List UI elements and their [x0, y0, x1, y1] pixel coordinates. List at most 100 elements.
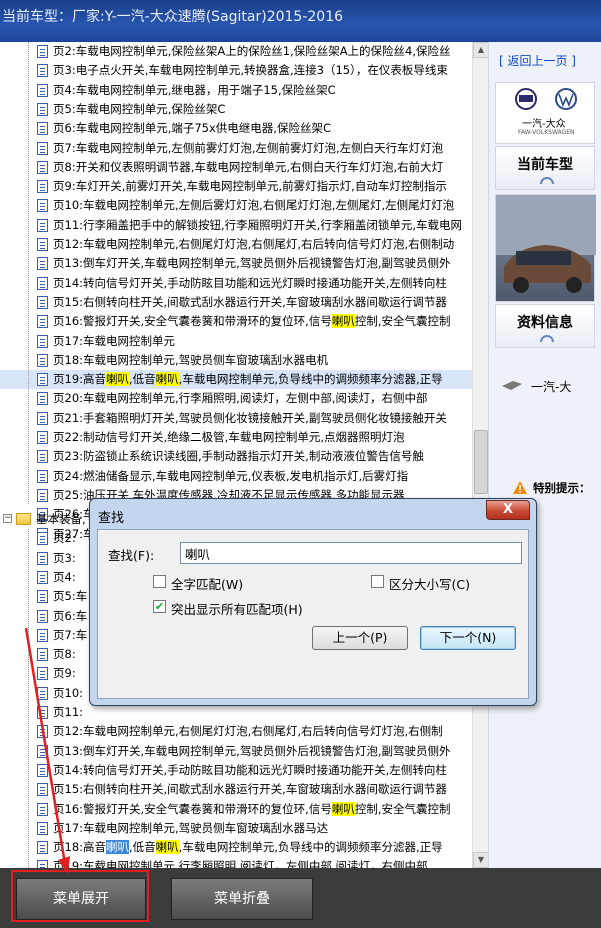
car-image-icon: [496, 195, 596, 293]
label-text: 开关和仪表照明调节器,车载电网控制单元,右侧白天行车灯灯泡,右前大灯: [75, 159, 444, 174]
tree-item[interactable]: 页10:车载电网控制单元,左侧后雾灯灯泡,右侧尾灯灯泡,左侧尾灯,左侧尾灯灯泡: [0, 196, 472, 215]
collapse-toggle-icon[interactable]: −: [3, 514, 12, 523]
page-number: 页15:: [53, 294, 84, 309]
tree-item[interactable]: 页20:车载电网控制单元,行李厢照明,阅读灯，左侧中部,阅读灯，右侧中部: [0, 389, 472, 408]
document-icon: [37, 276, 48, 290]
tree-item[interactable]: 页13:倒车灯开关,车载电网控制单元,驾驶员侧外后视镜警告灯泡,副驾驶员侧外: [0, 254, 472, 273]
scroll-up-arrow-icon[interactable]: ▲: [473, 42, 489, 58]
tree-item[interactable]: 页7:车载电网控制单元,左侧前雾灯灯泡,左侧前雾灯灯泡,左侧白天行车灯灯泡: [0, 139, 472, 158]
tree-item[interactable]: 页6:车载电网控制单元,端子75x供电继电器,保险丝架C: [0, 119, 472, 138]
tree-item[interactable]: 页9:车灯开关,前雾灯开关,车载电网控制单元,前雾灯指示灯,自动车灯控制指示: [0, 177, 472, 196]
close-button[interactable]: X: [486, 500, 530, 520]
label-text: 车载电网控制单元,右侧尾灯灯泡,右侧尾灯,右后转向信号灯灯泡,右侧制动: [83, 237, 455, 251]
page-number: 页9:: [53, 666, 76, 681]
label-text: 转向信号灯开关,手动防眩目功能和远光灯瞬时接通功能开关,左侧转向柱: [83, 762, 447, 777]
logo-caption: 一汽-大众: [522, 119, 566, 130]
page-number: 页20:: [53, 391, 84, 406]
document-icon: [37, 841, 48, 855]
label-text: 警报灯开关,安全气囊卷簧和带滑环的复位环,信号: [83, 314, 332, 329]
tree-item[interactable]: 页14:转向信号灯开关,手动防眩目功能和远光灯瞬时接通功能开关,左侧转向柱: [0, 274, 472, 293]
previous-button[interactable]: 上一个(P): [312, 626, 408, 650]
scroll-down-arrow-icon[interactable]: ▼: [473, 852, 489, 868]
tree-item-label: 页15:右侧转向柱开关,间歇式刮水器运行开关,车窗玻璃刮水器间歇运行调节器: [53, 293, 447, 312]
tree-item[interactable]: 页8:开关和仪表照明调节器,车载电网控制单元,右侧白天行车灯灯泡,右前大灯: [0, 158, 472, 177]
document-icon: [37, 783, 48, 797]
tree-item[interactable]: 页15:右侧转向柱开关,间歇式刮水器运行开关,车窗玻璃刮水器间歇运行调节器: [0, 780, 472, 799]
tree-item-label: 页2:车载电网控制单元,保险丝架A上的保险丝1,保险丝架A上的保险丝4,保险丝: [53, 42, 451, 61]
search-match: 喇叭: [331, 801, 355, 816]
tree-item[interactable]: 页11:行李厢盖把手中的解锁按钮,行李厢照明灯开关,行李厢盖闭锁单元,车载电网: [0, 216, 472, 235]
page-number: 页15:: [53, 782, 84, 797]
page-number: 页17:: [53, 333, 84, 348]
tree-item[interactable]: 页24:燃油储备显示,车载电网控制单元,仪表板,发电机指示灯,后雾灯指: [0, 467, 472, 486]
document-icon: [37, 532, 48, 546]
tree-item[interactable]: 页3:电子点火开关,车载电网控制单元,转换器盒,连接3（15），在仪表板导线束: [0, 61, 472, 80]
label-text: 车载电网控制单元,保险丝架A上的保险丝1,保险丝架A上的保险丝4,保险丝: [75, 44, 451, 58]
tree-item-label: 页7:车载电网控制单元,左侧前雾灯灯泡,左侧前雾灯灯泡,左侧白天行车灯灯泡: [53, 139, 443, 158]
tree-item-label: 页5:车载电网控制单元,保险丝架C: [53, 100, 225, 119]
page-number: 页14:: [53, 275, 84, 290]
label-text: 转向信号灯开关,手动防眩目功能和远光灯瞬时接通功能开关,左侧转向柱: [83, 275, 447, 290]
label-text: 防盗锁止系统识读线圈,手制动器指示灯开关,制动液液位警告信号触: [83, 449, 424, 464]
page-number: 页19:: [53, 372, 84, 387]
page-number: 页17:: [53, 820, 84, 835]
tree-item[interactable]: 页18:高音喇叭,低音喇叭,车载电网控制单元,负导线中的调频频率分滤器,正导: [0, 838, 472, 857]
menu-tree[interactable]: 页2:车载电网控制单元,保险丝架A上的保险丝1,保险丝架A上的保险丝4,保险丝页…: [0, 42, 472, 868]
tree-item[interactable]: 页5:车载电网控制单元,保险丝架C: [0, 100, 472, 119]
tree-item-label: 页2:: [53, 529, 76, 548]
tree-item-label: 页10:车载电网控制单元,左侧后雾灯灯泡,右侧尾灯灯泡,左侧尾灯,左侧尾灯灯泡: [53, 196, 454, 215]
tree-scrollbar[interactable]: ▲ ▼: [472, 42, 489, 868]
label-text: 车载电网控制单元,行李厢照明,阅读灯，左侧中部,阅读灯，右侧中部: [83, 859, 428, 868]
tree-item[interactable]: 页12:车载电网控制单元,右侧尾灯灯泡,右侧尾灯,右后转向信号灯灯泡,右侧制: [0, 722, 472, 741]
page-number: 页10:: [53, 198, 84, 213]
label-text: 电子点火开关,车载电网控制单元,转换器盒,连接3（15），在仪表板导线束: [75, 63, 448, 78]
page-number: 页18:: [53, 352, 84, 367]
scroll-thumb[interactable]: [474, 430, 488, 494]
page-number: 页19:: [53, 859, 84, 868]
whole-word-checkbox[interactable]: [153, 575, 166, 588]
label-text: ,低音: [129, 372, 156, 387]
document-icon: [37, 628, 48, 642]
label-text: 警报灯开关,安全气囊卷簧和带滑环的复位环,信号: [83, 801, 332, 816]
tree-item[interactable]: 页23:防盗锁止系统识读线圈,手制动器指示灯开关,制动液液位警告信号触: [0, 447, 472, 466]
next-button[interactable]: 下一个(N): [420, 626, 516, 650]
document-icon: [37, 218, 48, 232]
label-text: 车载电网控制单元,驾驶员侧车窗玻璃刮水器电机: [83, 352, 329, 367]
page-number: 页7:: [53, 627, 76, 642]
tree-item-label: 页16:警报灯开关,安全气囊卷簧和带滑环的复位环,信号喇叭控制,安全气囊控制: [53, 312, 450, 331]
back-link[interactable]: [ 返回上一页 ]: [499, 52, 576, 69]
tree-item[interactable]: 页14:转向信号灯开关,手动防眩目功能和远光灯瞬时接通功能开关,左侧转向柱: [0, 761, 472, 780]
tree-item[interactable]: 页13:倒车灯开关,车载电网控制单元,驾驶员侧外后视镜警告灯泡,副驾驶员侧外: [0, 742, 472, 761]
tree-item-label: 页18:车载电网控制单元,驾驶员侧车窗玻璃刮水器电机: [53, 351, 328, 370]
tree-item[interactable]: 页18:车载电网控制单元,驾驶员侧车窗玻璃刮水器电机: [0, 351, 472, 370]
tree-item[interactable]: 页21:手套箱照明灯开关,驾驶员侧化妆镜接触开关,副驾驶员侧化妆镜接触开关: [0, 409, 472, 428]
document-icon: [37, 706, 48, 719]
label-text: 行李厢盖把手中的解锁按钮,行李厢照明灯开关,行李厢盖闭锁单元,车载电网: [83, 217, 462, 232]
tree-item[interactable]: 页19:车载电网控制单元,行李厢照明,阅读灯，左侧中部,阅读灯，右侧中部: [0, 857, 472, 868]
tree-item[interactable]: 页2:车载电网控制单元,保险丝架A上的保险丝1,保险丝架A上的保险丝4,保险丝: [0, 42, 472, 61]
document-icon: [37, 590, 48, 604]
tree-item[interactable]: 页17:车载电网控制单元: [0, 332, 472, 351]
tree-item[interactable]: 页15:右侧转向柱开关,间歇式刮水器运行开关,车窗玻璃刮水器间歇运行调节器: [0, 293, 472, 312]
tree-item[interactable]: 页12:车载电网控制单元,右侧尾灯灯泡,右侧尾灯,右后转向信号灯灯泡,右侧制动: [0, 235, 472, 254]
label-text: 车载电网控制单元: [83, 333, 176, 348]
tree-item[interactable]: 页17:车载电网控制单元,驾驶员侧车窗玻璃刮水器马达: [0, 819, 472, 838]
page-number: 页14:: [53, 762, 84, 777]
tree-item-label: 页10:: [53, 684, 83, 703]
match-case-checkbox[interactable]: [371, 575, 384, 588]
label-text: 高音: [83, 840, 107, 855]
tree-item[interactable]: 页22:制动信号灯开关,绝缘二极管,车载电网控制单元,点烟器照明灯泡: [0, 428, 472, 447]
info-item[interactable]: 一汽-大: [501, 378, 601, 398]
tree-item-label: 页20:车载电网控制单元,行李厢照明,阅读灯，左侧中部,阅读灯，右侧中部: [53, 389, 427, 408]
tree-item[interactable]: 页19:高音喇叭,低音喇叭,车载电网控制单元,负导线中的调频频率分滤器,正导: [0, 370, 472, 390]
info-header-label: 资料信息: [517, 315, 573, 331]
tree-item[interactable]: 页16:警报灯开关,安全气囊卷簧和带滑环的复位环,信号喇叭控制,安全气囊控制: [0, 312, 472, 331]
collapse-menu-button[interactable]: 菜单折叠: [171, 878, 313, 920]
find-input[interactable]: [180, 542, 522, 564]
highlight-all-checkbox[interactable]: ✔: [153, 600, 166, 613]
document-icon: [37, 570, 48, 584]
document-icon: [37, 469, 48, 483]
tree-item[interactable]: 页16:警报灯开关,安全气囊卷簧和带滑环的复位环,信号喇叭控制,安全气囊控制: [0, 800, 472, 819]
label-text: 车载电网控制单元,左侧前雾灯灯泡,左侧前雾灯灯泡,左侧白天行车灯灯泡: [75, 140, 444, 155]
tree-item[interactable]: 页4:车载电网控制单元,继电器，用于端子15,保险丝架C: [0, 81, 472, 100]
